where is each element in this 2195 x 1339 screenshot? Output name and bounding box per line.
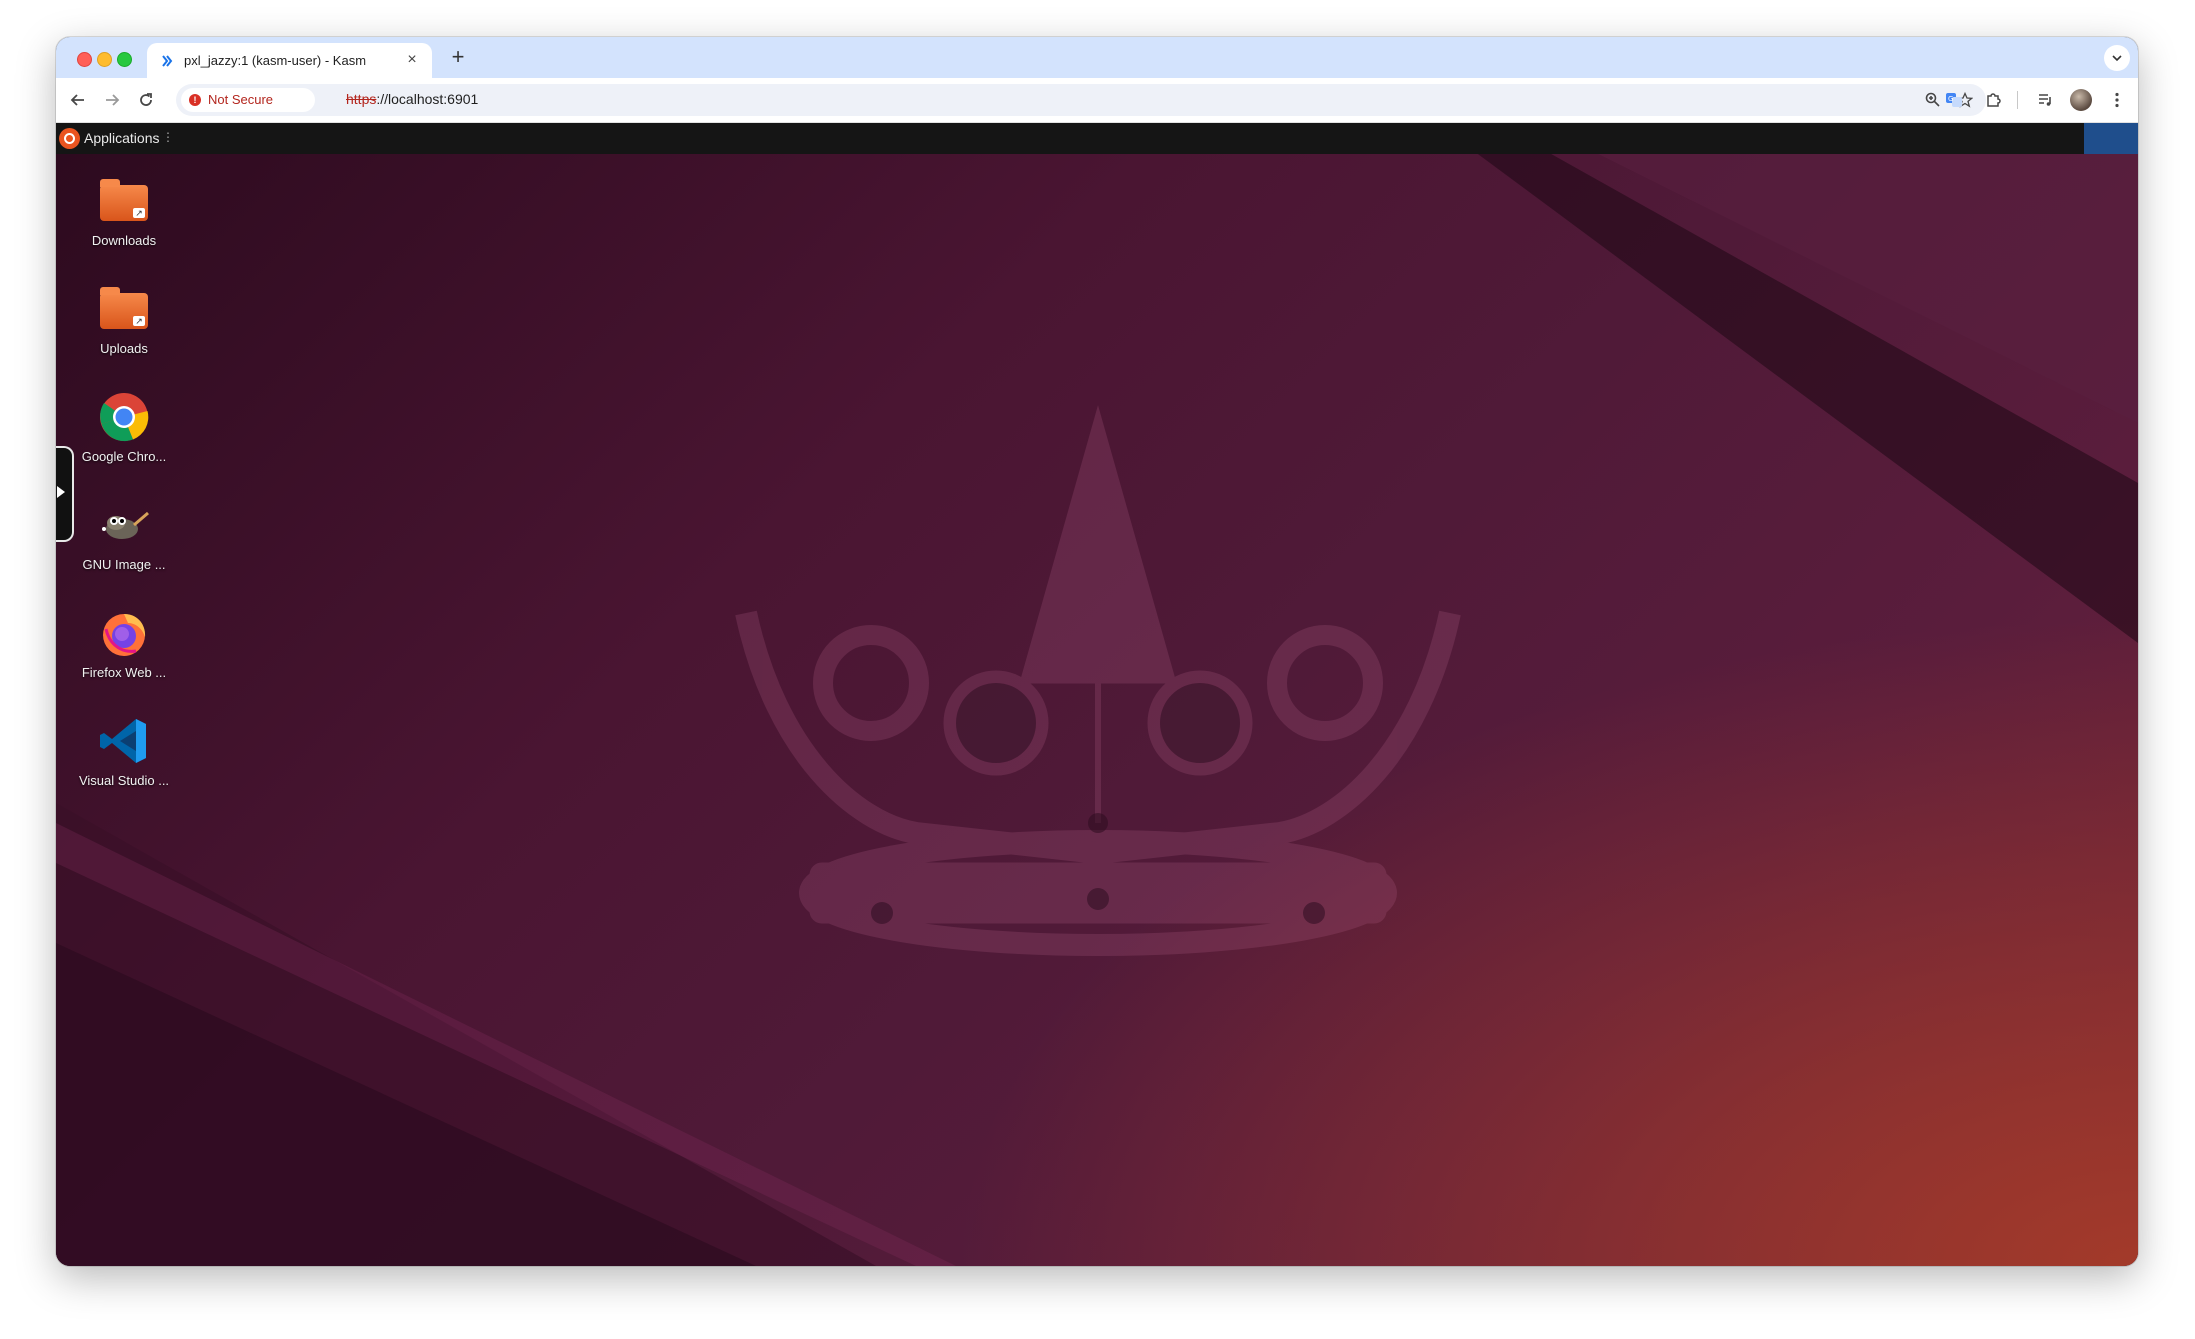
- url-scheme: https: [346, 91, 377, 107]
- security-label: Not Secure: [208, 92, 274, 107]
- chrome-icon: [98, 391, 150, 443]
- url-host: ://localhost:6901: [376, 91, 479, 107]
- more-vert-icon: [2115, 92, 2119, 108]
- back-button[interactable]: [67, 89, 89, 111]
- desktop-icon-label: Google Chro...: [81, 449, 167, 464]
- puzzle-icon: [1986, 93, 2001, 107]
- wallpaper-graphic: [56, 123, 2138, 1266]
- profile-avatar[interactable]: [2070, 89, 2092, 111]
- close-window-button[interactable]: [77, 52, 92, 67]
- tab-active[interactable]: pxl_jazzy:1 (kasm-user) - Kasm ×: [147, 43, 432, 78]
- desktop-icon-uploads[interactable]: ↗ Uploads: [64, 283, 184, 356]
- url-text[interactable]: https://localhost:6901: [346, 91, 478, 107]
- arrow-left-icon: [70, 94, 84, 106]
- reload-button[interactable]: [135, 89, 157, 111]
- zoom-icon: [1925, 92, 1940, 107]
- maximize-window-button[interactable]: [117, 52, 132, 67]
- tab-search-button[interactable]: [2104, 45, 2130, 71]
- tab-strip: pxl_jazzy:1 (kasm-user) - Kasm × +: [56, 37, 2138, 78]
- extensions-button[interactable]: [1981, 89, 2005, 111]
- desktop-icon-label: GNU Image ...: [82, 557, 166, 572]
- translate-icon: G: [1946, 93, 1962, 107]
- panel-workspace-indicator[interactable]: [2084, 123, 2138, 154]
- minimize-window-button[interactable]: [97, 52, 112, 67]
- arrow-right-icon: [106, 94, 120, 106]
- panel-handle-icon: ⋮: [162, 130, 174, 144]
- tab-close-icon[interactable]: ×: [404, 52, 420, 68]
- kasm-favicon-icon: [162, 55, 173, 67]
- firefox-icon: [98, 607, 150, 659]
- desktop-icon-gimp[interactable]: GNU Image ...: [64, 499, 184, 572]
- browser-window: pxl_jazzy:1 (kasm-user) - Kasm × + ! Not…: [56, 37, 2138, 1266]
- expand-arrow-icon: [57, 486, 65, 498]
- desktop-icon-downloads[interactable]: ↗ Downloads: [64, 175, 184, 248]
- chevron-down-icon: [2112, 55, 2122, 62]
- desktop-icon-firefox[interactable]: Firefox Web ...: [64, 607, 184, 680]
- media-controls-button[interactable]: [2033, 89, 2057, 111]
- warning-icon: !: [189, 94, 201, 106]
- forward-button[interactable]: [101, 89, 123, 111]
- desktop-icon-label: Downloads: [91, 233, 157, 248]
- desktop-top-panel: Applications ⋮: [56, 123, 2138, 154]
- new-tab-button[interactable]: +: [446, 46, 470, 70]
- browser-menu-button[interactable]: [2105, 89, 2129, 111]
- applications-menu[interactable]: Applications: [84, 130, 160, 146]
- remote-desktop[interactable]: Applications ⋮ ↗ Downloads ↗ Uploads Goo…: [56, 123, 2138, 1266]
- folder-icon: ↗: [98, 175, 150, 227]
- ubuntu-logo-icon[interactable]: [59, 128, 80, 149]
- desktop-icon-chrome[interactable]: Google Chro...: [64, 391, 184, 464]
- reload-icon: [140, 93, 152, 106]
- toolbar-divider: [2017, 91, 2018, 109]
- translate-button[interactable]: G: [1942, 89, 1966, 111]
- playlist-icon: [2038, 94, 2051, 106]
- desktop-icon-label: Firefox Web ...: [81, 665, 167, 680]
- gimp-icon: [98, 499, 150, 551]
- svg-text:G: G: [1948, 95, 1953, 103]
- address-bar[interactable]: ! Not Secure https://localhost:6901: [176, 84, 1986, 116]
- vscode-icon: [98, 715, 150, 767]
- desktop-icon-label: Uploads: [100, 341, 148, 356]
- zoom-button[interactable]: [1921, 89, 1943, 111]
- folder-icon: ↗: [98, 283, 150, 335]
- security-chip[interactable]: ! Not Secure: [181, 88, 315, 112]
- tab-title: pxl_jazzy:1 (kasm-user) - Kasm: [184, 53, 367, 68]
- browser-toolbar: ! Not Secure https://localhost:6901 G: [56, 78, 2138, 123]
- desktop-icon-vscode[interactable]: Visual Studio ...: [64, 715, 184, 788]
- desktop-icon-label: Visual Studio ...: [78, 773, 170, 788]
